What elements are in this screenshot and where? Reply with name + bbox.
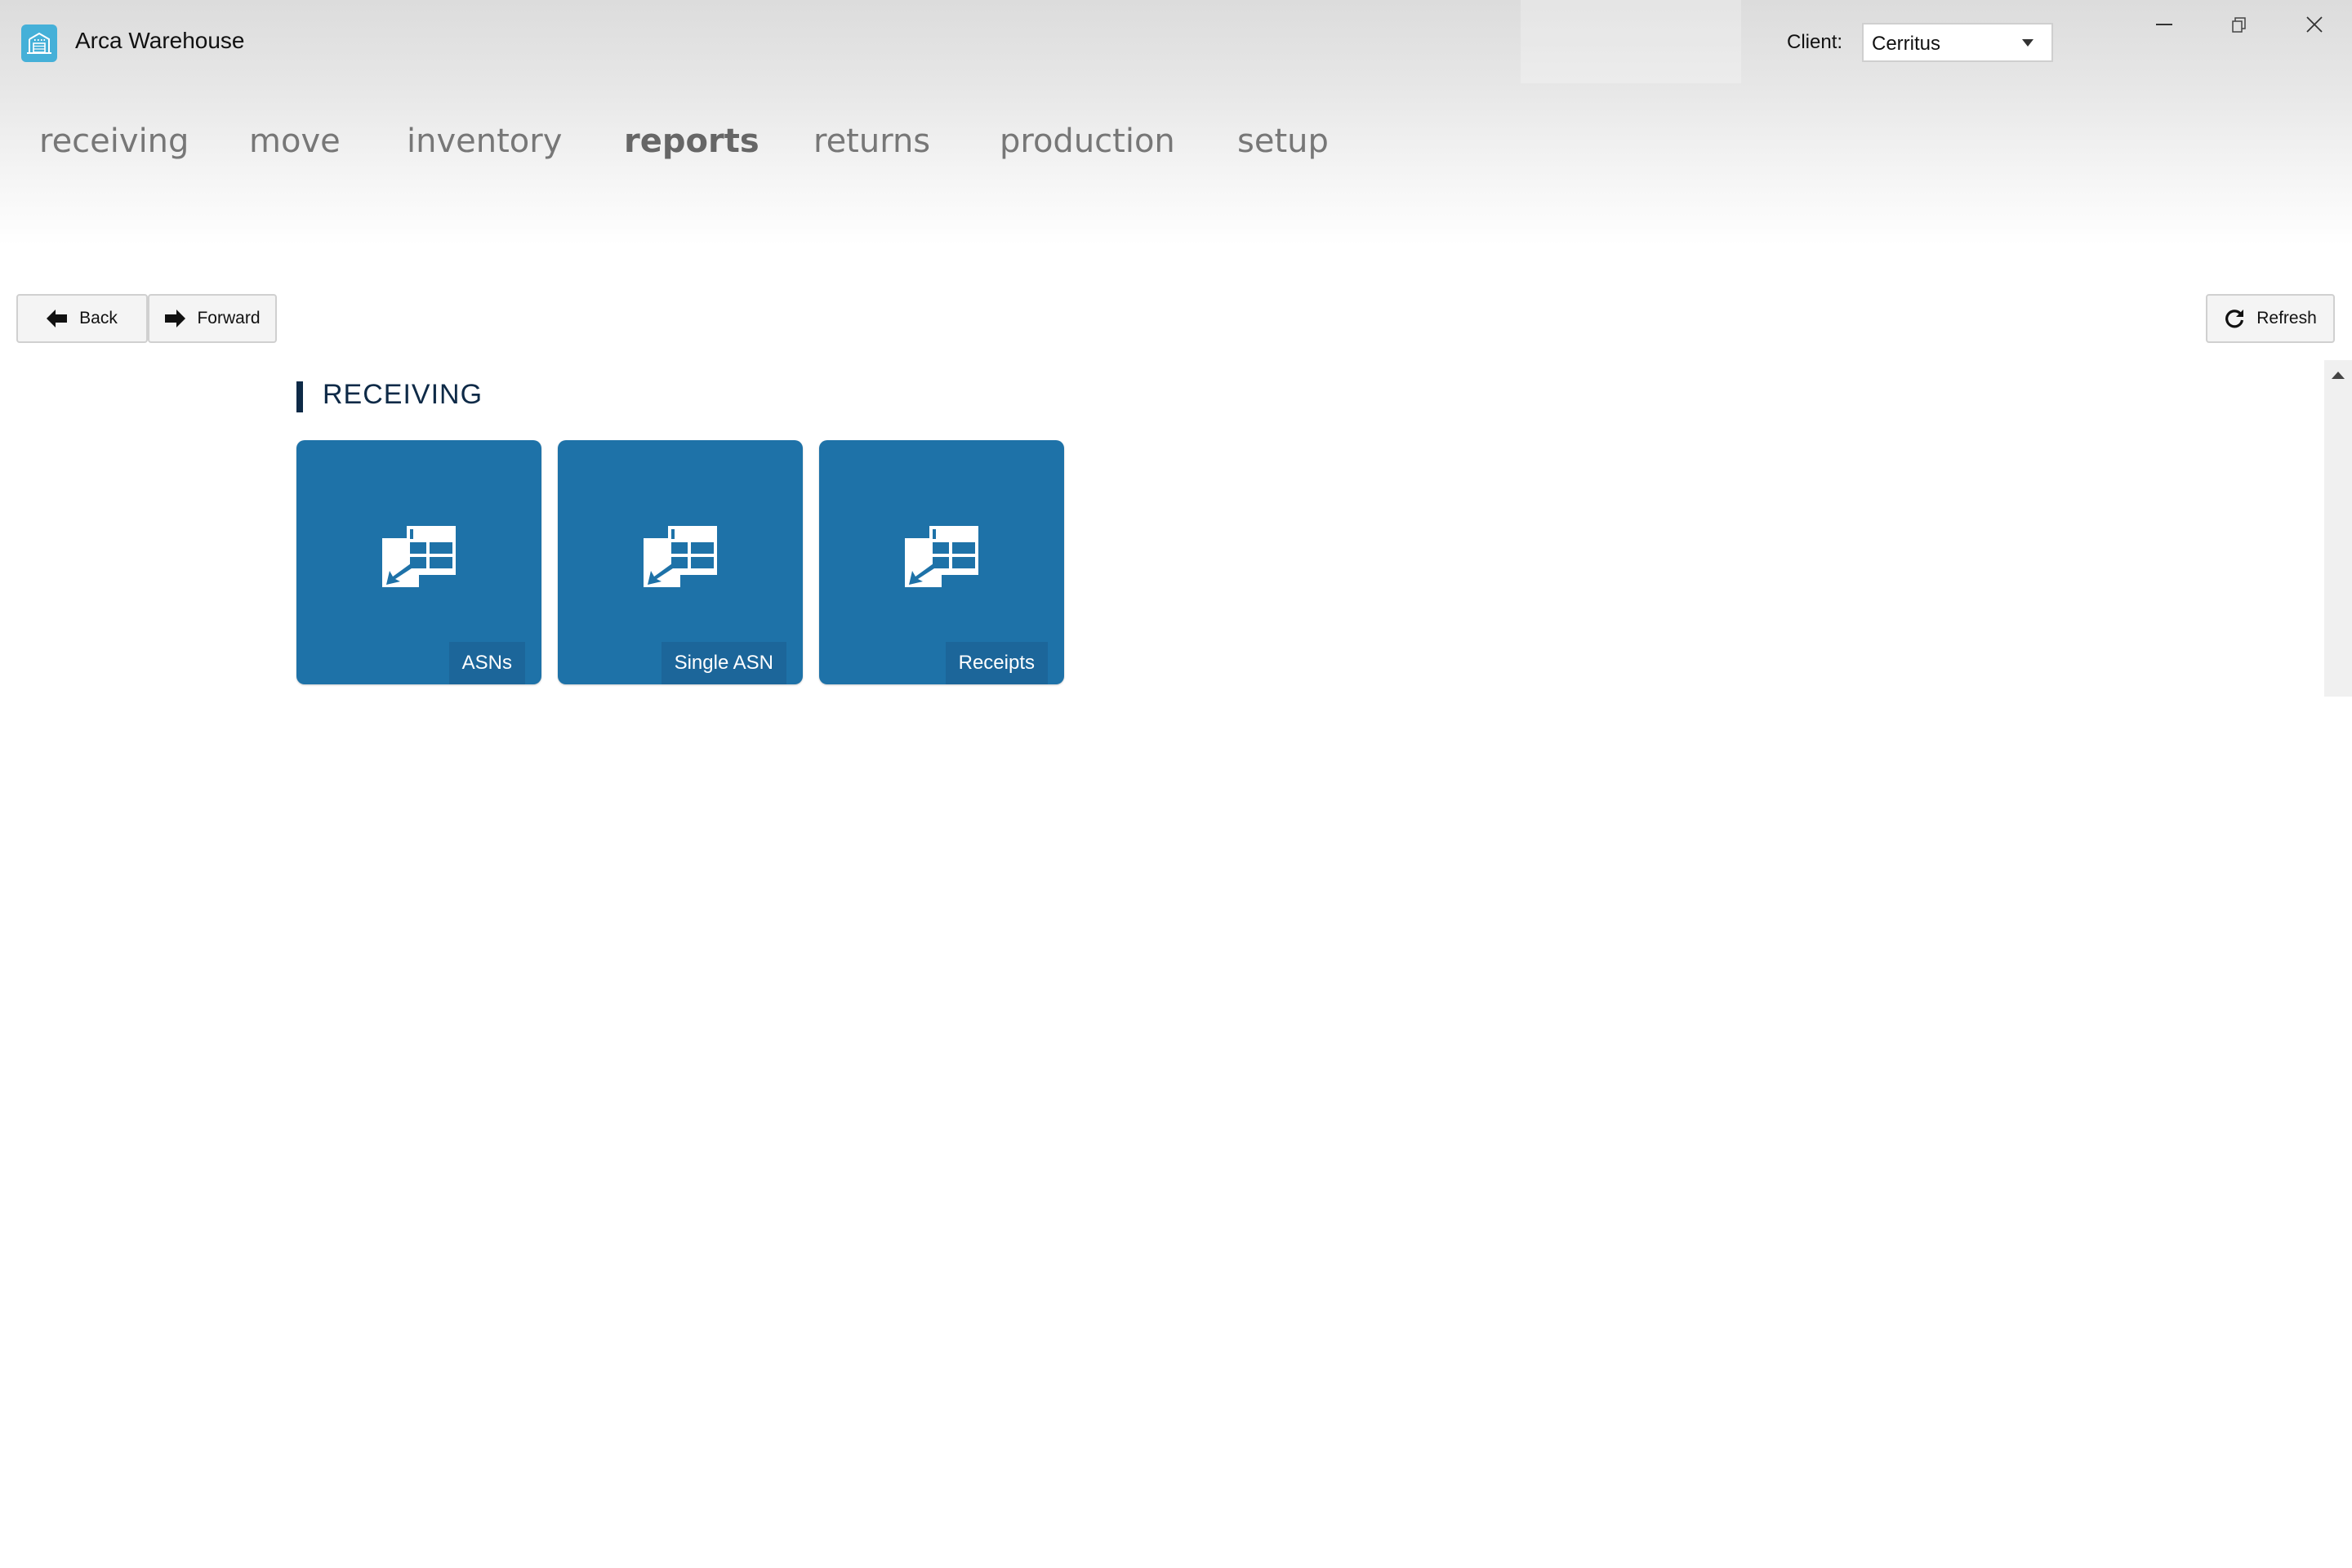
nav-item-receiving[interactable]: receiving [39, 122, 189, 160]
refresh-label: Refresh [2256, 309, 2317, 327]
warehouse-icon [21, 24, 57, 62]
table-import-icon [905, 526, 978, 587]
tile-label: ASNs [448, 642, 525, 684]
nav-item-reports[interactable]: reports [624, 122, 760, 160]
tile-label: Single ASN [661, 642, 786, 684]
scroll-up-arrow-icon[interactable] [2332, 372, 2345, 379]
close-button[interactable] [2290, 8, 2339, 41]
restore-button[interactable] [2215, 8, 2264, 41]
nav-item-move[interactable]: move [249, 122, 341, 160]
forward-label: Forward [197, 309, 261, 327]
app-title: Arca Warehouse [75, 28, 245, 53]
forward-button[interactable]: Forward [148, 294, 277, 343]
arrow-left-icon [47, 310, 68, 327]
refresh-button[interactable]: Refresh [2206, 294, 2335, 343]
close-icon [2306, 16, 2323, 33]
table-import-icon [644, 526, 717, 587]
table-import-icon [382, 526, 456, 587]
arrow-right-icon [165, 310, 186, 327]
tile-receipts[interactable]: Receipts [819, 440, 1064, 684]
section-title: RECEIVING [323, 379, 483, 410]
chevron-down-icon [2022, 39, 2034, 47]
minimize-button[interactable] [2140, 8, 2189, 41]
vertical-scrollbar[interactable] [2324, 360, 2352, 697]
nav-item-inventory[interactable]: inventory [407, 122, 562, 160]
section-accent-bar [296, 381, 303, 412]
tile-label: Receipts [945, 642, 1048, 684]
app-header: Arca Warehouse Client: Cerritus receivin… [0, 0, 2352, 245]
nav-item-returns[interactable]: returns [813, 122, 930, 160]
back-label: Back [79, 309, 118, 327]
minimize-icon [2156, 24, 2172, 25]
restore-icon [2232, 17, 2246, 33]
nav-item-production[interactable]: production [1000, 122, 1175, 160]
nav-item-setup[interactable]: setup [1237, 122, 1329, 160]
back-button[interactable]: Back [16, 294, 148, 343]
client-select-value: Cerritus [1872, 33, 1941, 55]
refresh-icon [2225, 310, 2244, 328]
tile-asns[interactable]: ASNs [296, 440, 541, 684]
title-bar-drag-region [1521, 0, 1741, 83]
tile-single-asn[interactable]: Single ASN [558, 440, 803, 684]
client-select[interactable]: Cerritus [1862, 23, 2053, 62]
client-label: Client: [1787, 31, 1843, 53]
